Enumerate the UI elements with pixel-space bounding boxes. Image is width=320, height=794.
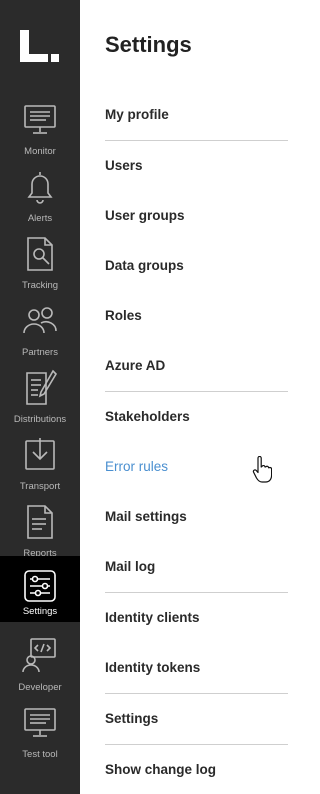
nav-item-alerts[interactable]: Alerts	[0, 161, 80, 228]
settings-link-mail-settings[interactable]: Mail settings	[105, 505, 288, 529]
nav-label-distributions: Distributions	[13, 414, 67, 425]
nav-item-reports[interactable]: Reports	[0, 496, 80, 563]
nav-rail: Monitor Alerts Tracking Partners Distrib…	[0, 0, 80, 794]
hand-cursor-icon	[252, 456, 272, 483]
nav-item-tracking[interactable]: Tracking	[0, 228, 80, 295]
settings-link-settings[interactable]: Settings	[105, 707, 288, 731]
divider	[105, 391, 288, 392]
nav-item-monitor[interactable]: Monitor	[0, 94, 80, 161]
nav-label-developer: Developer	[18, 682, 62, 693]
settings-link-users[interactable]: Users	[105, 154, 288, 178]
code-monitor-icon	[22, 638, 56, 673]
divider	[105, 693, 288, 694]
nav-item-settings[interactable]: Settings	[0, 556, 80, 622]
settings-link-user-groups[interactable]: User groups	[105, 204, 288, 228]
monitor-icon	[24, 105, 56, 134]
divider	[105, 744, 288, 745]
document-search-icon	[27, 237, 53, 271]
settings-link-roles[interactable]: Roles	[105, 304, 288, 328]
settings-link-mail-log[interactable]: Mail log	[105, 555, 288, 579]
report-icon	[27, 505, 53, 539]
settings-link-show-change-log[interactable]: Show change log	[105, 758, 288, 782]
settings-link-identity-clients[interactable]: Identity clients	[105, 606, 288, 630]
nav-label-tracking: Tracking	[21, 280, 59, 291]
download-icon	[25, 438, 55, 470]
settings-link-azure-ad[interactable]: Azure AD	[105, 354, 288, 378]
nav-label-monitor: Monitor	[24, 146, 56, 157]
nav-item-test-tool[interactable]: Test tool	[0, 697, 80, 764]
app-logo[interactable]	[20, 30, 60, 62]
nav-item-partners[interactable]: Partners	[0, 295, 80, 362]
bell-icon	[27, 172, 53, 204]
sliders-icon	[24, 570, 56, 602]
nav-label-transport: Transport	[19, 481, 61, 492]
divider	[105, 140, 288, 141]
settings-panel: Settings My profile Users User groups Da…	[80, 0, 312, 794]
nav-item-transport[interactable]: Transport	[0, 429, 80, 496]
divider	[105, 592, 288, 593]
nav-item-developer[interactable]: Developer	[0, 630, 80, 697]
settings-link-data-groups[interactable]: Data groups	[105, 254, 288, 278]
test-monitor-icon	[24, 708, 56, 737]
settings-link-stakeholders[interactable]: Stakeholders	[105, 405, 288, 429]
nav-label-partners: Partners	[22, 347, 58, 358]
page-title: Settings	[105, 32, 192, 57]
settings-link-my-profile[interactable]: My profile	[105, 103, 288, 127]
people-icon	[23, 307, 57, 334]
nav-label-test-tool: Test tool	[22, 749, 58, 760]
nav-label-alerts: Alerts	[27, 213, 53, 224]
nav-label-settings: Settings	[22, 606, 58, 617]
document-edit-icon	[26, 369, 58, 405]
settings-link-identity-tokens[interactable]: Identity tokens	[105, 656, 288, 680]
nav-item-distributions[interactable]: Distributions	[0, 362, 80, 429]
